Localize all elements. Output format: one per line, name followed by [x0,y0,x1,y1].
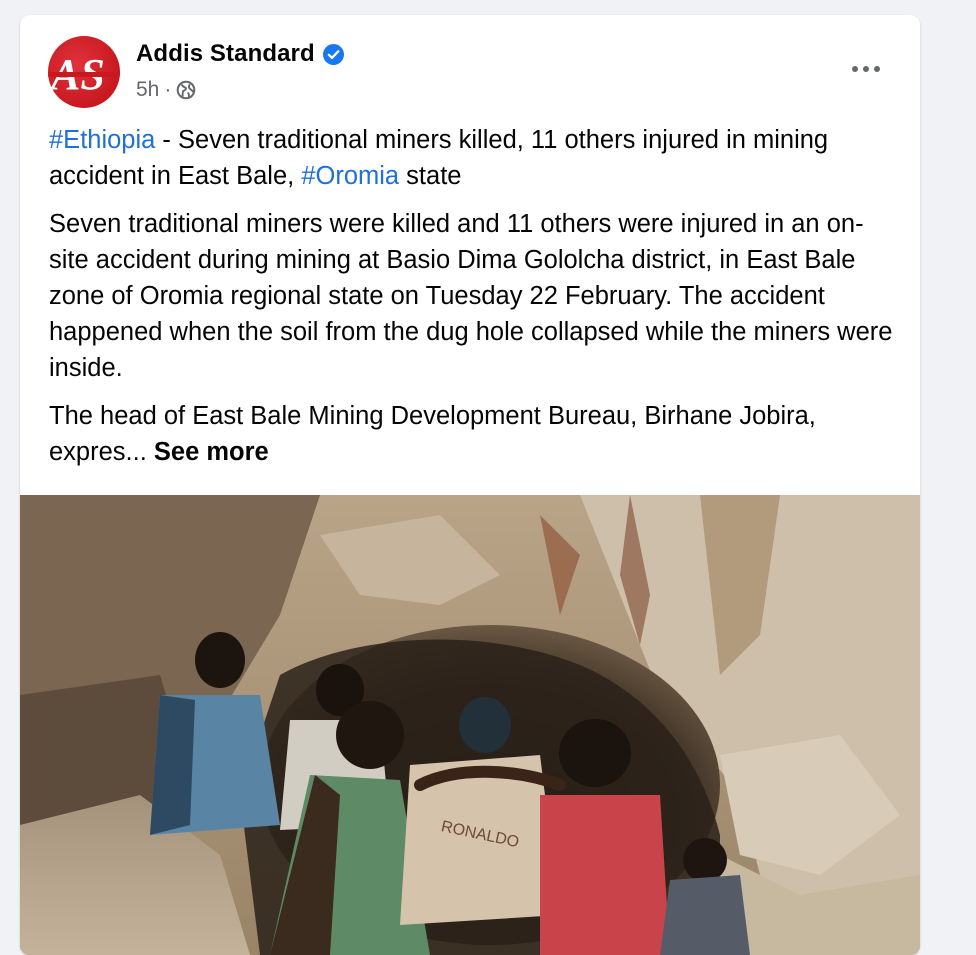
verified-badge-icon [322,43,344,65]
post-body-paragraph: Seven traditional miners were killed and… [49,210,893,382]
page-name-link[interactable]: Addis Standard [136,40,315,68]
globe-icon[interactable] [176,80,196,100]
post-truncated-paragraph: The head of East Bale Mining Development… [49,398,899,470]
hashtag-ethiopia-link[interactable]: #Ethiopia [49,126,155,154]
see-more-button[interactable]: See more [154,438,269,466]
post-header: AS Addis Standard 5h · [20,15,920,115]
post-photo[interactable]: RONALDO [20,495,920,955]
more-options-icon[interactable] [844,51,888,87]
post-timestamp[interactable]: 5h [136,78,159,102]
meta-separator: · [164,78,172,101]
addis-standard-logo-icon: AS [48,50,120,99]
post-message: #Ethiopia - Seven traditional miners kil… [49,122,899,482]
headline-text-2: state [399,162,462,190]
post-card: AS Addis Standard 5h · #Ethiopia - Seven… [20,15,920,955]
page-avatar[interactable]: AS [48,36,120,108]
post-headline: #Ethiopia - Seven traditional miners kil… [49,122,899,194]
post-meta: 5h · [136,78,196,102]
mine-photo-illustration: RONALDO [20,495,920,955]
hashtag-oromia-link[interactable]: #Oromia [301,162,399,190]
page-name-row: Addis Standard [136,39,344,69]
